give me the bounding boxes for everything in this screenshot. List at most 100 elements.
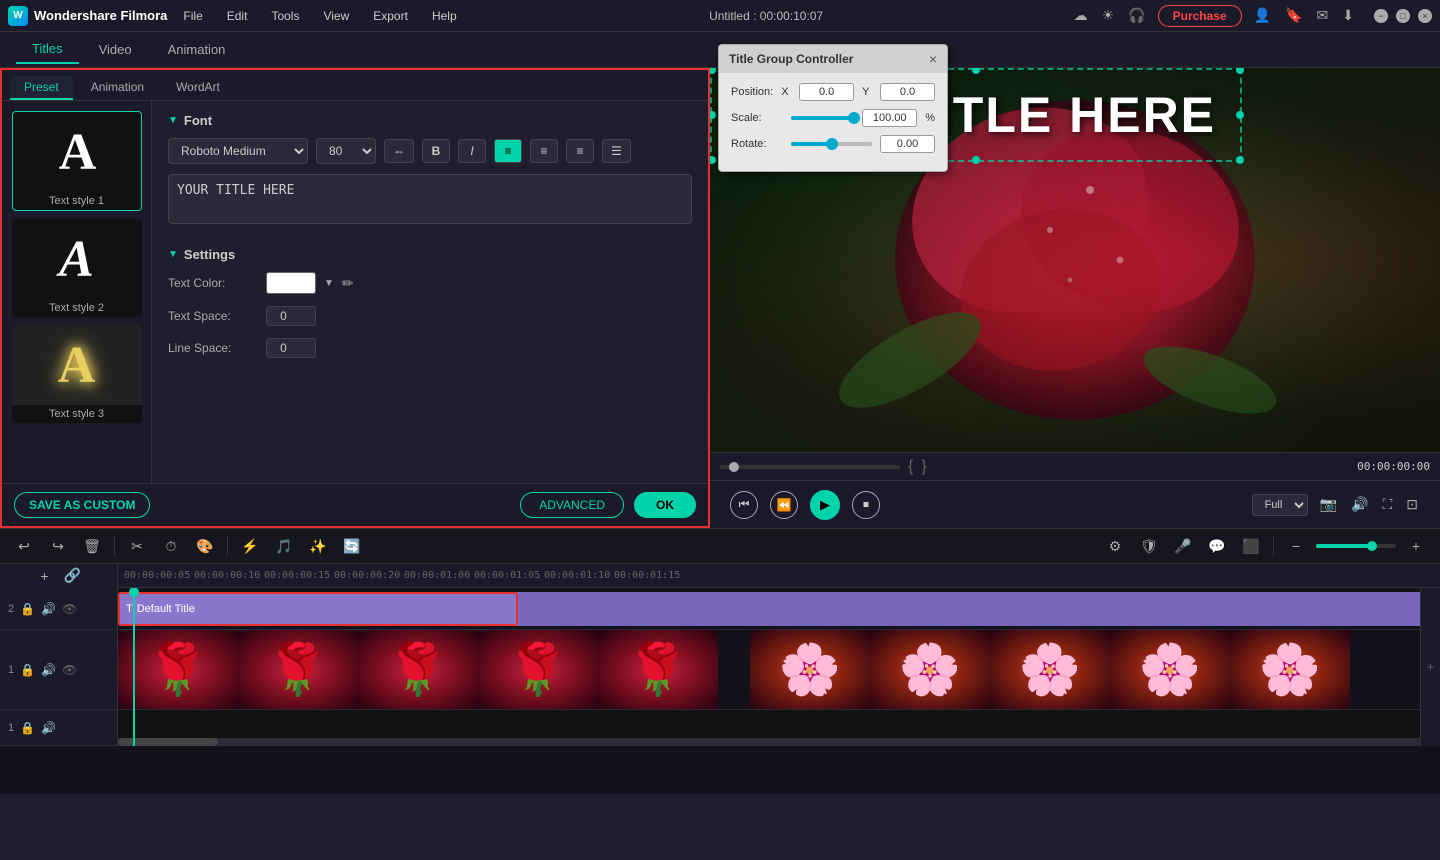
tgc-rotate-slider[interactable] [791,142,872,146]
style-item-1[interactable]: A Text style 1 [12,111,142,211]
line-space-row: Line Space: [168,338,692,358]
font-family-select[interactable]: Roboto Medium [168,138,308,164]
speed-button[interactable]: ⏱ [157,532,185,560]
fullscreen-btn[interactable]: ⛶ [1380,494,1394,515]
audio-track-lock[interactable]: 🔒 [20,721,35,735]
tab-video[interactable]: Video [83,36,148,63]
sun-icon[interactable]: ☀ [1100,5,1117,26]
track-link-button[interactable]: 🔗 [63,566,83,586]
video-track1-eye[interactable]: 👁 [62,663,77,677]
purchase-button[interactable]: Purchase [1158,5,1242,27]
scrollbar-thumb[interactable] [118,738,218,746]
redo-button[interactable]: ↪ [44,532,72,560]
minimize-button[interactable]: − [1374,9,1388,23]
tgc-y-input[interactable] [880,83,935,101]
subtitle-button[interactable]: 💬 [1203,532,1231,560]
menu-help[interactable]: Help [428,7,461,25]
shield-button[interactable]: 🛡 [1135,532,1163,560]
step-back-button[interactable]: ⏪ [770,491,798,519]
align-left-btn[interactable]: ≡ [494,139,522,163]
tab-animation[interactable]: Animation [152,36,242,63]
bookmark-icon[interactable]: 🔖 [1283,5,1304,26]
timeline-scrollbar[interactable] [118,738,1440,746]
ok-button[interactable]: OK [634,492,696,518]
style-item-2[interactable]: A Text style 2 [12,219,142,317]
menu-file[interactable]: File [179,7,206,25]
cut-button[interactable]: ✂ [123,532,151,560]
video-track1-mute[interactable]: 🔊 [41,663,56,677]
title-text-input[interactable]: YOUR TITLE HERE [168,174,692,224]
skip-back-button[interactable]: ⏮ [730,491,758,519]
align-center-btn[interactable]: ≡ [530,139,558,163]
delete-button[interactable]: 🗑 [78,532,106,560]
text-spacing-btn[interactable]: ⇔ [384,139,414,163]
video-clip-1[interactable]: 🖼 pexels-pixabay-56866 [118,630,748,710]
tgc-rotate-input[interactable] [880,135,935,153]
menu-export[interactable]: Export [369,7,412,25]
style-item-3[interactable]: A Text style 3 [12,325,142,423]
zoom-out-button[interactable]: − [1282,532,1310,560]
play-button[interactable]: ▶ [810,490,840,520]
title-track-lock[interactable]: 🔒 [20,602,35,616]
italic-btn[interactable]: I [458,139,486,163]
user-icon[interactable]: 👤 [1252,5,1273,26]
quality-select[interactable]: Full 1/2 1/4 [1252,494,1308,516]
eyedropper-button[interactable]: ✏ [342,275,354,292]
title-track-mute[interactable]: 🔊 [41,602,56,616]
close-button[interactable]: × [1418,9,1432,23]
headset-icon[interactable]: 🎧 [1126,5,1147,26]
tgc-rotate-thumb[interactable] [826,138,838,150]
panel-tab-animation[interactable]: Animation [77,76,158,100]
tgc-x-input[interactable] [799,83,854,101]
panel-tab-preset[interactable]: Preset [10,76,73,100]
window-title: Untitled : 00:00:10:07 [473,9,1060,23]
color-button[interactable]: 🎨 [191,532,219,560]
video-track1-lock[interactable]: 🔒 [20,663,35,677]
menu-tools[interactable]: Tools [267,7,303,25]
mail-icon[interactable]: ✉ [1315,5,1331,26]
insert-button[interactable]: ⬛ [1237,532,1265,560]
color-dropdown-icon[interactable]: ▼ [324,278,334,289]
text-space-input[interactable] [266,306,316,326]
menu-view[interactable]: View [319,7,353,25]
font-size-select[interactable]: 80 [316,138,376,164]
video-thumb-1d [478,630,598,710]
save-custom-button[interactable]: SAVE AS CUSTOM [14,492,150,518]
cloud-icon[interactable]: ☁ [1072,5,1090,26]
panel-tab-wordart[interactable]: WordArt [162,76,234,100]
maximize-button[interactable]: □ [1396,9,1410,23]
align-right-btn[interactable]: ≡ [566,139,594,163]
add-track-button[interactable]: + [35,566,55,586]
tgc-scale-input[interactable] [862,109,917,127]
tgc-scale-slider[interactable] [791,116,854,120]
effect-button[interactable]: ✨ [304,532,332,560]
line-space-input[interactable] [266,338,316,358]
menu-edit[interactable]: Edit [223,7,252,25]
zoom-in-button[interactable]: + [1402,532,1430,560]
bold-btn[interactable]: B [422,139,450,163]
add-track-button[interactable]: + [1420,588,1440,746]
undo-button[interactable]: ↩ [10,532,38,560]
screenshot-btn[interactable]: 📷 [1318,494,1339,515]
zoom-slider[interactable] [1316,544,1396,548]
title-clip[interactable]: T Default Title [118,592,518,626]
justify-btn[interactable]: ☰ [602,139,631,163]
mic-button[interactable]: 🎤 [1169,532,1197,560]
tgc-scale-thumb[interactable] [848,112,860,124]
text-color-swatch[interactable] [266,272,316,294]
tab-titles[interactable]: Titles [16,35,79,64]
video-clip-2[interactable]: 🖼 pexels-pixabay-60597 [750,630,1440,710]
split-button[interactable]: ⚡ [236,532,264,560]
advanced-button[interactable]: ADVANCED [520,492,624,518]
audio-button[interactable]: 🎵 [270,532,298,560]
download-icon[interactable]: ⬇ [1340,5,1356,26]
title-track-eye[interactable]: 👁 [62,602,77,616]
volume-btn[interactable]: 🔊 [1349,494,1370,515]
tgc-close-button[interactable]: × [929,51,937,67]
settings-button[interactable]: ⚙ [1101,532,1129,560]
pip-btn[interactable]: ⊡ [1404,494,1420,515]
audio-track-mute[interactable]: 🔊 [41,721,56,735]
transition-button[interactable]: 🔄 [338,532,366,560]
preview-progress-bar[interactable] [720,465,900,469]
stop-button[interactable]: ⏹ [852,491,880,519]
